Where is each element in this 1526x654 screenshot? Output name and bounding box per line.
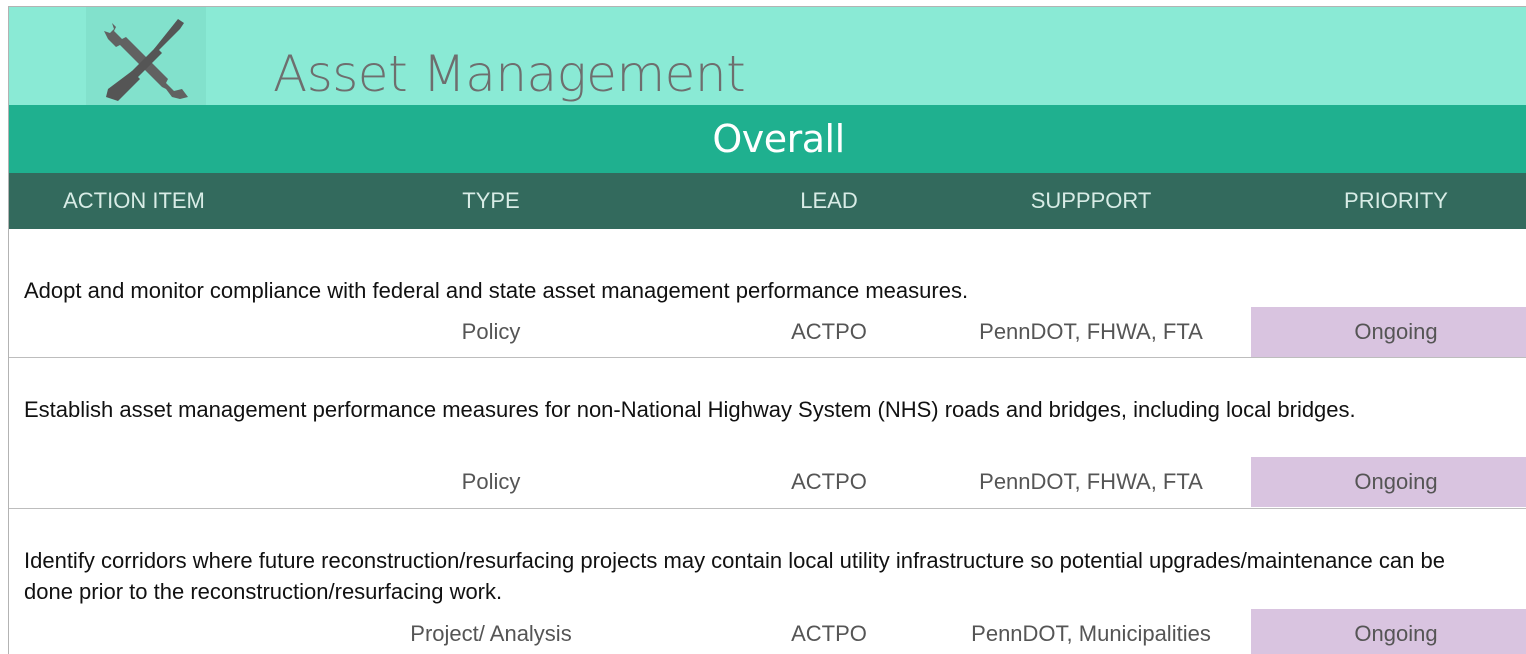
page-title: Asset Management <box>273 45 746 103</box>
column-header-lead: LEAD <box>800 188 858 213</box>
column-header-action-item: ACTION ITEM <box>63 188 205 213</box>
column-header-priority: PRIORITY <box>1344 188 1448 213</box>
priority-cell: Ongoing <box>1251 457 1526 507</box>
section-band: Overall <box>9 105 1526 173</box>
table-row: Establish asset management performance m… <box>9 358 1526 509</box>
lead-cell: ACTPO <box>791 621 867 646</box>
type-cell: Project/ Analysis <box>410 621 572 646</box>
type-cell: Policy <box>461 319 521 344</box>
support-cell: PennDOT, FHWA, FTA <box>979 319 1203 344</box>
title-band: Asset Management <box>9 7 1526 105</box>
lead-cell: ACTPO <box>791 469 867 494</box>
priority-cell: Ongoing <box>1251 307 1526 357</box>
page-frame: Asset Management Overall ACTION ITEM TYP… <box>8 6 1526 654</box>
tools-icon <box>104 19 188 101</box>
table-row: Identify corridors where future reconstr… <box>9 509 1526 654</box>
action-item-text: Identify corridors where future reconstr… <box>24 548 1445 604</box>
table-header: ACTION ITEM TYPE LEAD SUPPPORT PRIORITY <box>9 173 1526 229</box>
section-title: Overall <box>712 117 845 161</box>
column-header-type: TYPE <box>462 188 520 213</box>
column-header-support: SUPPPORT <box>1030 188 1152 213</box>
action-item-text: Adopt and monitor compliance with federa… <box>24 278 969 303</box>
action-items-table: Adopt and monitor compliance with federa… <box>9 229 1526 654</box>
lead-cell: ACTPO <box>791 319 867 344</box>
action-item-text: Establish asset management performance m… <box>24 397 1356 422</box>
type-cell: Policy <box>461 469 521 494</box>
logo-box <box>86 7 206 105</box>
table-row: Adopt and monitor compliance with federa… <box>9 229 1526 358</box>
support-cell: PennDOT, Municipalities <box>971 621 1211 646</box>
support-cell: PennDOT, FHWA, FTA <box>979 469 1203 494</box>
priority-cell: Ongoing <box>1251 609 1526 654</box>
